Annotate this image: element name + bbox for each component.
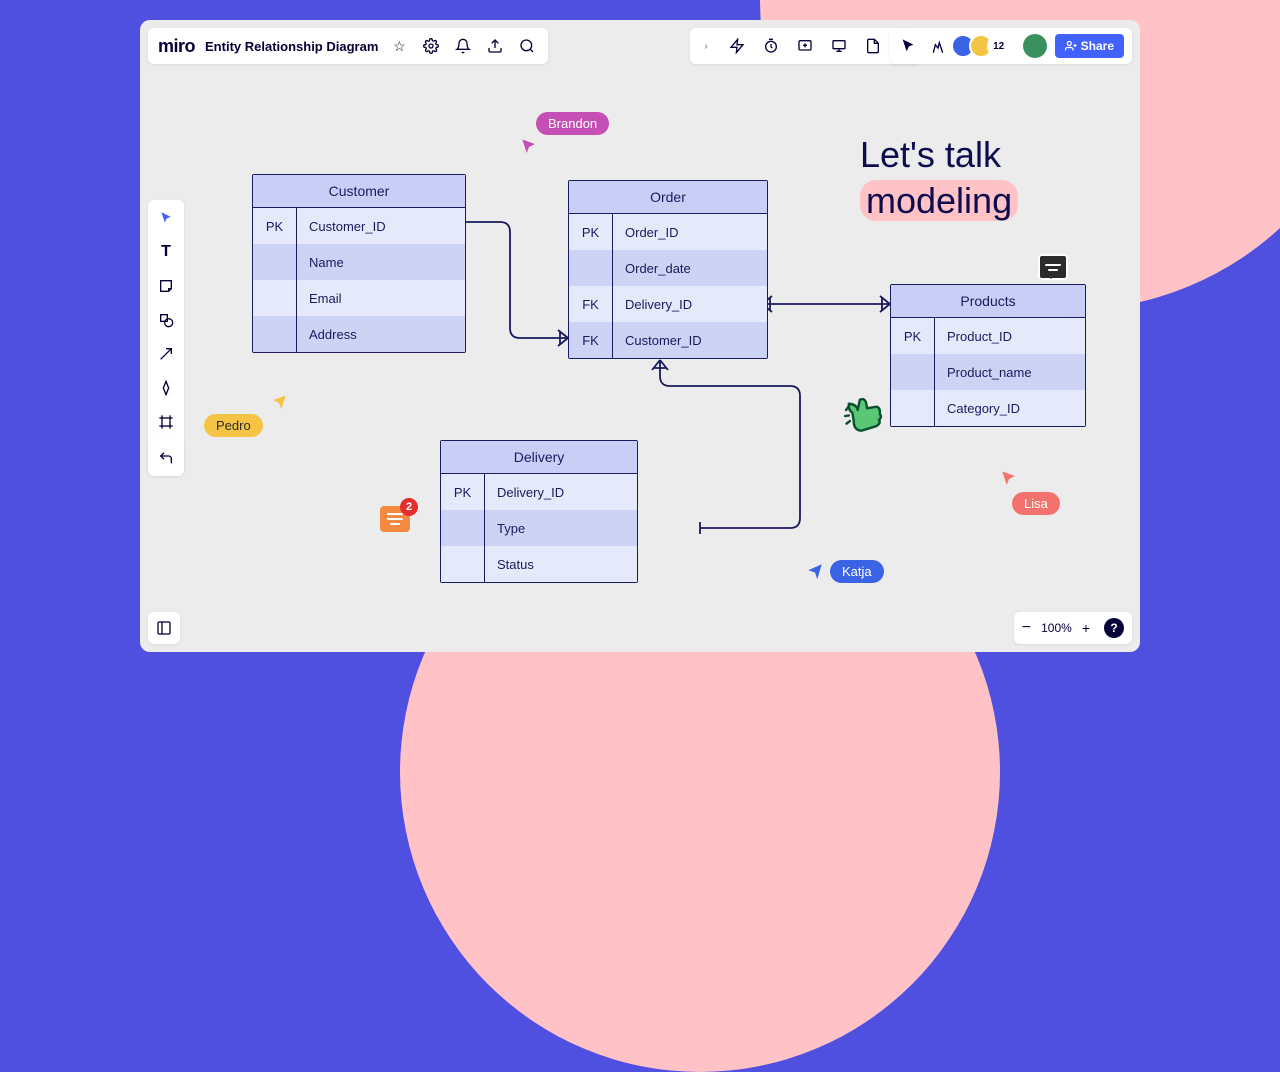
entity-row: Product_name <box>891 354 1085 390</box>
entity-order[interactable]: Order PKOrder_ID Order_date FKDelivery_I… <box>568 180 768 359</box>
thumbsup-sticker[interactable] <box>835 386 890 449</box>
entity-row: Order_date <box>569 250 767 286</box>
entity-row: FKCustomer_ID <box>569 322 767 358</box>
entity-delivery[interactable]: Delivery PKDelivery_ID Type Status <box>440 440 638 583</box>
cursor-lisa-arrow <box>1000 470 1018 493</box>
entity-row: Category_ID <box>891 390 1085 426</box>
connector-customer-order <box>460 210 580 360</box>
entity-header: Order <box>569 181 767 214</box>
heading-line1: Let's talk <box>860 134 1001 175</box>
cursor-katja-label: Katja <box>830 560 884 583</box>
entity-row: PKDelivery_ID <box>441 474 637 510</box>
cursor-brandon-label: Brandon <box>536 112 609 135</box>
cursor-pedro-arrow <box>270 394 288 417</box>
entity-row: Status <box>441 546 637 582</box>
comment-sticker[interactable]: 2 <box>380 506 410 532</box>
entity-row: FKDelivery_ID <box>569 286 767 322</box>
entity-products[interactable]: Products PKProduct_ID Product_name Categ… <box>890 284 1086 427</box>
entity-row: PKOrder_ID <box>569 214 767 250</box>
cursor-pedro-label: Pedro <box>204 414 263 437</box>
connector-order-products <box>760 294 900 334</box>
canvas-heading[interactable]: Let's talk modeling <box>860 132 1018 224</box>
entity-row: PKCustomer_ID <box>253 208 465 244</box>
comment-badge: 2 <box>400 498 418 516</box>
entity-customer[interactable]: Customer PKCustomer_ID Name Email Addres… <box>252 174 466 353</box>
heading-line2: modeling <box>860 180 1018 221</box>
cursor-katja-arrow <box>806 562 824 585</box>
dark-comment-sticker[interactable] <box>1038 254 1068 280</box>
entity-header: Products <box>891 285 1085 318</box>
entity-header: Delivery <box>441 441 637 474</box>
entity-header: Customer <box>253 175 465 208</box>
cursor-brandon-arrow <box>520 138 538 161</box>
entity-row: PKProduct_ID <box>891 318 1085 354</box>
entity-row: Name <box>253 244 465 280</box>
cursor-lisa-label: Lisa <box>1012 492 1060 515</box>
entity-row: Email <box>253 280 465 316</box>
connector-order-delivery <box>630 358 830 538</box>
entity-row: Address <box>253 316 465 352</box>
entity-row: Type <box>441 510 637 546</box>
canvas[interactable]: Customer PKCustomer_ID Name Email Addres… <box>140 20 1140 652</box>
app-window: miro Entity Relationship Diagram ☆ › ⌄ 1… <box>140 20 1140 652</box>
